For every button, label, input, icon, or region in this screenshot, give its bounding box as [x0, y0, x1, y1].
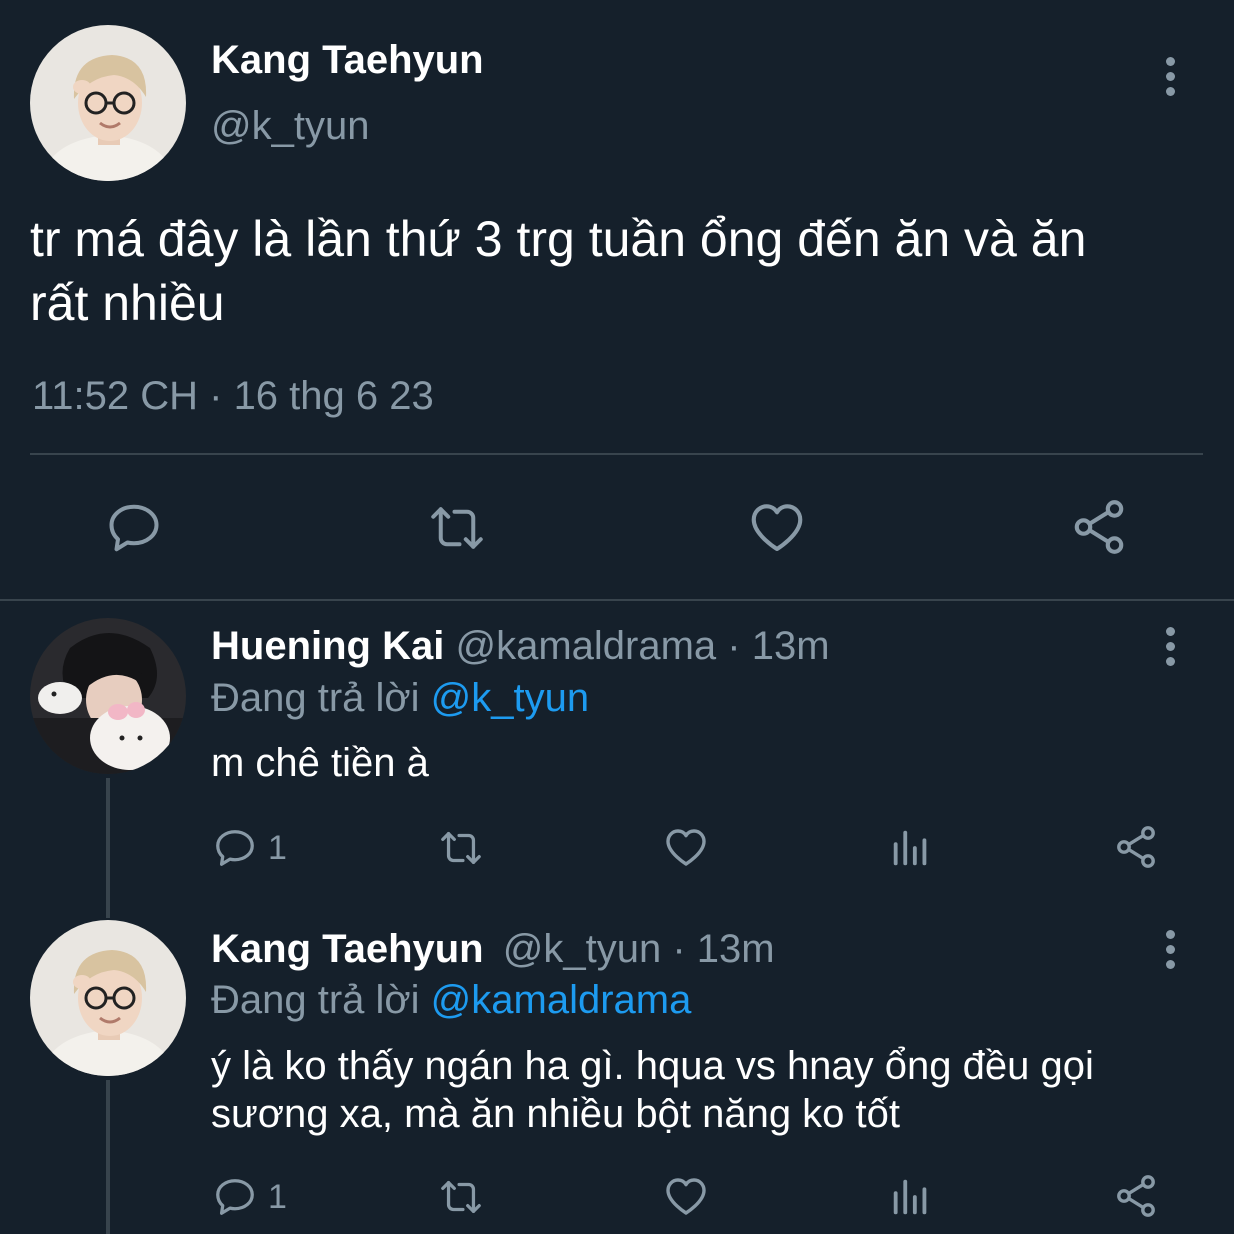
like-icon — [666, 1178, 706, 1215]
retweet-icon — [441, 831, 481, 865]
avatar-kang-taehyun[interactable] — [30, 25, 186, 181]
reply2-like-button[interactable] — [662, 1172, 710, 1220]
reply-icon — [109, 504, 159, 552]
more-options-icon[interactable] — [1155, 52, 1185, 102]
reply2-views-button[interactable] — [888, 1174, 934, 1220]
reply2-text-line1: ý là ko thấy ngán ha gì. hqua vs hnay ổn… — [211, 1044, 1094, 1088]
reply1-reply-count: 1 — [268, 828, 287, 867]
like-icon — [666, 829, 706, 866]
thread-line — [106, 778, 110, 918]
reply1-replying-label: Đang trả lời — [211, 676, 420, 720]
reply2-replying-to-link[interactable]: @kamaldrama — [431, 978, 692, 1022]
reply1-text-line1: m chê tiền à — [211, 741, 429, 785]
divider — [30, 453, 1203, 455]
reply-icon — [216, 830, 254, 866]
reply2-replying-label: Đang trả lời — [211, 978, 420, 1022]
analytics-icon — [893, 1179, 927, 1215]
share-icon — [1074, 500, 1124, 554]
reply2-retweet-button[interactable] — [436, 1174, 486, 1220]
reply1-like-button[interactable] — [662, 823, 710, 871]
main-share-button[interactable] — [1068, 496, 1130, 558]
reply1-share-button[interactable] — [1112, 823, 1160, 871]
reply1-handle[interactable]: @kamaldrama — [455, 624, 716, 668]
reply1-reply-button[interactable]: 1 — [212, 825, 287, 871]
main-tweet-timestamp[interactable]: 11:52 CH · 16 thg 6 23 — [32, 374, 434, 419]
main-handle[interactable]: @k_tyun — [211, 104, 369, 149]
reply2-reply-button[interactable]: 1 — [212, 1174, 287, 1220]
main-display-name[interactable]: Kang Taehyun — [211, 38, 484, 83]
retweet-icon — [441, 1180, 481, 1214]
reply2-more-options-icon[interactable] — [1155, 925, 1185, 975]
reply1-retweet-button[interactable] — [436, 825, 486, 871]
like-icon — [751, 504, 803, 552]
reply1-display-name[interactable]: Huening Kai — [211, 624, 444, 668]
avatar-kang-taehyun[interactable] — [30, 920, 186, 1076]
reply2-share-button[interactable] — [1112, 1172, 1160, 1220]
reply1-time[interactable]: · 13m — [727, 624, 829, 668]
avatar-huening-kai[interactable] — [30, 618, 186, 774]
reply1-views-button[interactable] — [888, 825, 934, 871]
retweet-icon — [431, 507, 483, 549]
main-reply-button[interactable] — [104, 498, 164, 558]
reply1-replying-to-link[interactable]: @k_tyun — [431, 676, 589, 720]
reply2-text-line2: sương xa, mà ăn nhiều bột năng ko tốt — [211, 1092, 901, 1136]
main-like-button[interactable] — [746, 496, 808, 558]
reply1-more-options-icon[interactable] — [1155, 622, 1185, 672]
reply2-reply-count: 1 — [268, 1177, 287, 1216]
share-icon — [1117, 1175, 1155, 1217]
thread-line — [106, 1080, 110, 1234]
reply2-time[interactable]: · 13m — [672, 927, 774, 971]
main-retweet-button[interactable] — [425, 498, 489, 558]
share-icon — [1117, 826, 1155, 868]
reply2-display-name[interactable]: Kang Taehyun — [211, 927, 484, 971]
reply-icon — [216, 1179, 254, 1215]
main-tweet-text-line2: rất nhiều — [30, 275, 225, 331]
reply2-handle[interactable]: @k_tyun — [503, 927, 661, 971]
analytics-icon — [893, 830, 927, 866]
section-divider — [0, 599, 1234, 601]
main-tweet-text-line1: tr má đây là lần thứ 3 trg tuần ổng đến … — [30, 211, 1087, 267]
